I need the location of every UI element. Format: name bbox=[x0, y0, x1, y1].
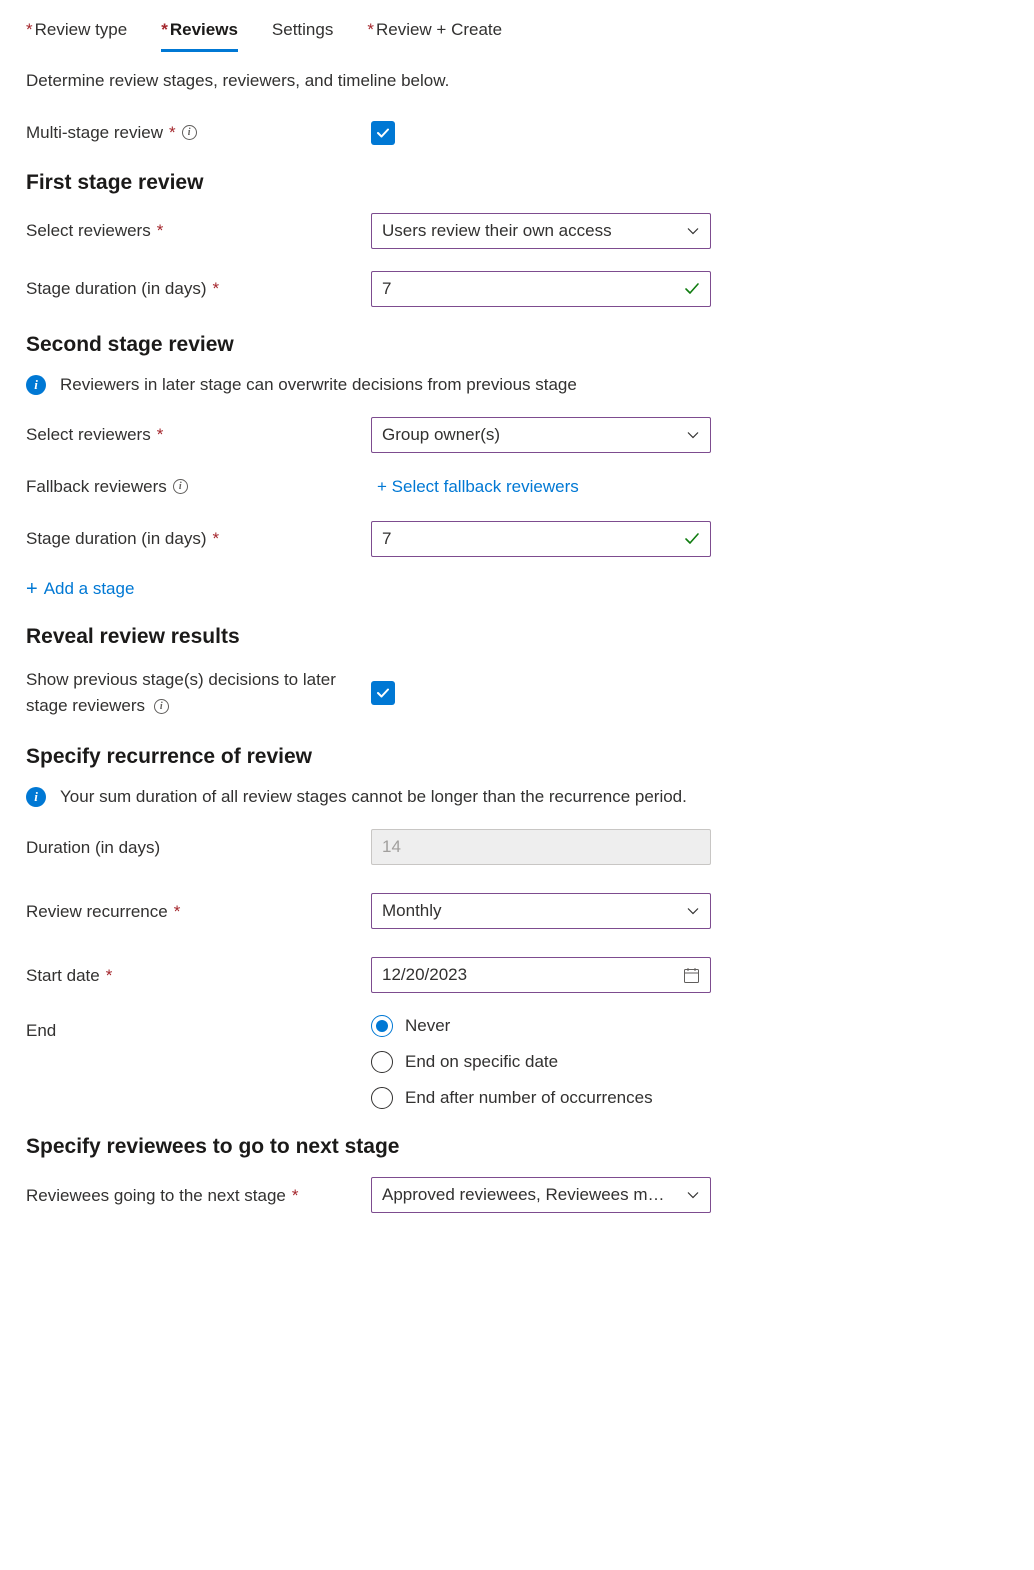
first-stage-heading: First stage review bbox=[26, 171, 1008, 195]
select-reviewers-label: Select reviewers bbox=[26, 219, 151, 243]
second-stage-reviewers-dropdown[interactable]: Group owner(s) bbox=[371, 417, 711, 453]
select-reviewers-label: Select reviewers bbox=[26, 423, 151, 447]
tab-label: Review type bbox=[35, 20, 128, 39]
start-date-label: Start date bbox=[26, 964, 100, 988]
plus-icon: + bbox=[26, 579, 38, 599]
reviewees-next-stage-dropdown[interactable]: Approved reviewees, Reviewees m… bbox=[371, 1177, 711, 1213]
calendar-icon bbox=[683, 967, 700, 984]
dropdown-value: Group owner(s) bbox=[382, 425, 500, 445]
info-badge-icon: i bbox=[26, 787, 46, 807]
info-icon[interactable]: i bbox=[182, 125, 197, 140]
chevron-down-icon bbox=[686, 428, 700, 442]
radio-label: End on specific date bbox=[405, 1052, 558, 1072]
dropdown-value: Monthly bbox=[382, 901, 442, 921]
check-icon bbox=[376, 126, 390, 140]
add-stage-button[interactable]: + Add a stage bbox=[26, 579, 134, 599]
end-option-never[interactable]: Never bbox=[371, 1015, 653, 1037]
required-indicator: * bbox=[169, 121, 176, 145]
end-option-specific-date[interactable]: End on specific date bbox=[371, 1051, 653, 1073]
recurrence-label: Review recurrence bbox=[26, 900, 168, 924]
input-value: 7 bbox=[382, 279, 391, 299]
radio-label: End after number of occurrences bbox=[405, 1088, 653, 1108]
required-indicator: * bbox=[213, 277, 220, 301]
second-stage-info: Reviewers in later stage can overwrite d… bbox=[60, 375, 577, 395]
required-indicator: * bbox=[106, 964, 113, 988]
intro-text: Determine review stages, reviewers, and … bbox=[26, 71, 1008, 91]
check-icon bbox=[376, 686, 390, 700]
tab-reviews[interactable]: *Reviews bbox=[161, 12, 238, 52]
fallback-reviewers-label: Fallback reviewers bbox=[26, 475, 167, 499]
first-stage-duration-input[interactable]: 7 bbox=[371, 271, 711, 307]
radio-label: Never bbox=[405, 1016, 450, 1036]
tab-review-type[interactable]: *Review type bbox=[26, 12, 127, 52]
link-text: + Select fallback reviewers bbox=[377, 477, 579, 497]
chevron-down-icon bbox=[686, 904, 700, 918]
info-icon[interactable]: i bbox=[154, 699, 169, 714]
total-duration-input: 14 bbox=[371, 829, 711, 865]
recurrence-heading: Specify recurrence of review bbox=[26, 745, 1008, 769]
next-stage-heading: Specify reviewees to go to next stage bbox=[26, 1135, 1008, 1159]
second-stage-duration-input[interactable]: 7 bbox=[371, 521, 711, 557]
info-badge-icon: i bbox=[26, 375, 46, 395]
end-label: End bbox=[26, 1019, 56, 1043]
valid-check-icon bbox=[684, 281, 700, 297]
info-icon[interactable]: i bbox=[173, 479, 188, 494]
duration-label: Duration (in days) bbox=[26, 836, 160, 860]
chevron-down-icon bbox=[686, 1188, 700, 1202]
stage-duration-label: Stage duration (in days) bbox=[26, 277, 207, 301]
dropdown-value: Approved reviewees, Reviewees m… bbox=[382, 1185, 665, 1205]
input-value: 7 bbox=[382, 529, 391, 549]
required-indicator: * bbox=[157, 219, 164, 243]
input-value: 12/20/2023 bbox=[382, 965, 467, 985]
recurrence-dropdown[interactable]: Monthly bbox=[371, 893, 711, 929]
multi-stage-label: Multi-stage review bbox=[26, 121, 163, 145]
valid-check-icon bbox=[684, 531, 700, 547]
radio-icon bbox=[371, 1087, 393, 1109]
radio-icon bbox=[371, 1015, 393, 1037]
chevron-down-icon bbox=[686, 224, 700, 238]
required-indicator: * bbox=[174, 900, 181, 924]
select-fallback-reviewers-link[interactable]: + Select fallback reviewers bbox=[377, 477, 579, 497]
end-radio-group: Never End on specific date End after num… bbox=[371, 1015, 653, 1109]
tab-label: Reviews bbox=[170, 20, 238, 39]
link-text: Add a stage bbox=[44, 579, 135, 599]
start-date-input[interactable]: 12/20/2023 bbox=[371, 957, 711, 993]
tab-label: Settings bbox=[272, 20, 333, 39]
reveal-label: Show previous stage(s) decisions to late… bbox=[26, 670, 336, 715]
recurrence-info: Your sum duration of all review stages c… bbox=[60, 787, 687, 807]
dropdown-value: Users review their own access bbox=[382, 221, 612, 241]
reviewees-next-stage-label: Reviewees going to the next stage bbox=[26, 1184, 286, 1208]
required-indicator: * bbox=[157, 423, 164, 447]
stage-duration-label: Stage duration (in days) bbox=[26, 527, 207, 551]
reveal-checkbox[interactable] bbox=[371, 681, 395, 705]
required-indicator: * bbox=[213, 527, 220, 551]
tab-review-create[interactable]: *Review + Create bbox=[367, 12, 502, 52]
required-indicator: * bbox=[292, 1184, 299, 1208]
first-stage-reviewers-dropdown[interactable]: Users review their own access bbox=[371, 213, 711, 249]
second-stage-heading: Second stage review bbox=[26, 333, 1008, 357]
tab-settings[interactable]: Settings bbox=[272, 12, 333, 52]
end-option-occurrences[interactable]: End after number of occurrences bbox=[371, 1087, 653, 1109]
radio-icon bbox=[371, 1051, 393, 1073]
multi-stage-checkbox[interactable] bbox=[371, 121, 395, 145]
tab-label: Review + Create bbox=[376, 20, 502, 39]
input-value: 14 bbox=[382, 837, 401, 857]
reveal-heading: Reveal review results bbox=[26, 625, 1008, 649]
